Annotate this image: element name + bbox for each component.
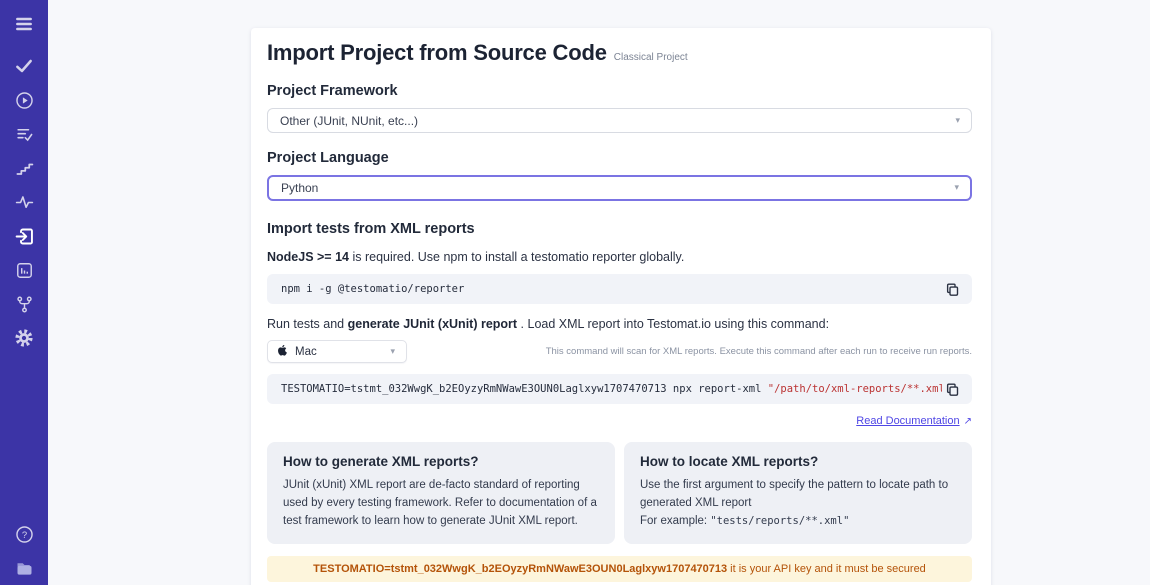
framework-select[interactable]: Other (JUnit, NUnit, etc...) <box>267 108 972 133</box>
main-area: Import Project from Source Code Classica… <box>48 0 1150 585</box>
api-key-text: TESTOMATIO=tstmt_032WwgK_b2EOyzyRmNWawE3… <box>313 563 727 575</box>
language-select[interactable]: Python <box>267 175 972 201</box>
run-tests-text: Run tests and generate JUnit (xUnit) rep… <box>267 317 972 331</box>
play-circle-icon[interactable] <box>13 89 35 111</box>
info-boxes: How to generate XML reports? JUnit (xUni… <box>267 442 972 544</box>
project-type-badge: Classical Project <box>614 52 688 63</box>
os-selector-row: Mac This command will scan for XML repor… <box>267 340 972 363</box>
info-box-body: Use the first argument to specify the pa… <box>640 477 956 530</box>
info-box-locate: How to locate XML reports? Use the first… <box>624 442 972 544</box>
docs-row: Read Documentation <box>267 411 972 429</box>
check-icon[interactable] <box>13 55 35 77</box>
language-label: Project Language <box>267 150 972 166</box>
report-chart-icon[interactable] <box>13 259 35 281</box>
copy-button[interactable] <box>942 379 962 399</box>
info-box-title: How to generate XML reports? <box>283 454 599 469</box>
menu-icon[interactable] <box>13 13 35 35</box>
os-select-value: Mac <box>295 346 317 358</box>
sidebar: ? <box>0 0 48 585</box>
report-command-text: TESTOMATIO=tstmt_032WwgK_b2EOyzyRmNWawE3… <box>281 383 942 395</box>
install-command-text: npm i -g @testomatio/reporter <box>281 283 942 295</box>
install-command-block: npm i -g @testomatio/reporter <box>267 274 972 304</box>
api-key-warning-banner: TESTOMATIO=tstmt_032WwgK_b2EOyzyRmNWawE3… <box>267 556 972 582</box>
xml-import-heading: Import tests from XML reports <box>267 221 972 237</box>
pulse-icon[interactable] <box>13 191 35 213</box>
steps-icon[interactable] <box>13 157 35 179</box>
apple-icon <box>278 345 289 358</box>
nodejs-requirement-text: NodeJS >= 14 is required. Use npm to ins… <box>267 250 972 264</box>
branch-icon[interactable] <box>13 293 35 315</box>
info-box-title: How to locate XML reports? <box>640 454 956 469</box>
settings-gear-icon[interactable] <box>13 327 35 349</box>
projects-icon[interactable] <box>13 557 35 579</box>
scan-note-text: This command will scan for XML reports. … <box>407 346 972 357</box>
svg-text:?: ? <box>21 529 26 540</box>
info-box-generate: How to generate XML reports? JUnit (xUni… <box>267 442 615 544</box>
import-icon[interactable] <box>13 225 35 247</box>
framework-label: Project Framework <box>267 83 972 99</box>
os-select[interactable]: Mac <box>267 340 407 363</box>
copy-button[interactable] <box>942 279 962 299</box>
help-icon[interactable]: ? <box>13 523 35 545</box>
language-select-value: Python <box>281 181 318 195</box>
import-project-card: Import Project from Source Code Classica… <box>251 28 991 585</box>
chevron-down-icon <box>390 346 395 357</box>
chevron-down-icon <box>954 182 959 193</box>
info-box-body: JUnit (xUnit) XML report are de-facto st… <box>283 477 599 530</box>
page-title: Import Project from Source Code <box>267 40 607 66</box>
chevron-down-icon <box>955 115 960 126</box>
framework-select-value: Other (JUnit, NUnit, etc...) <box>280 114 418 128</box>
report-command-block: TESTOMATIO=tstmt_032WwgK_b2EOyzyRmNWawE3… <box>267 374 972 404</box>
read-documentation-link[interactable]: Read Documentation <box>856 415 959 427</box>
list-check-icon[interactable] <box>13 123 35 145</box>
external-link-icon <box>964 416 972 427</box>
